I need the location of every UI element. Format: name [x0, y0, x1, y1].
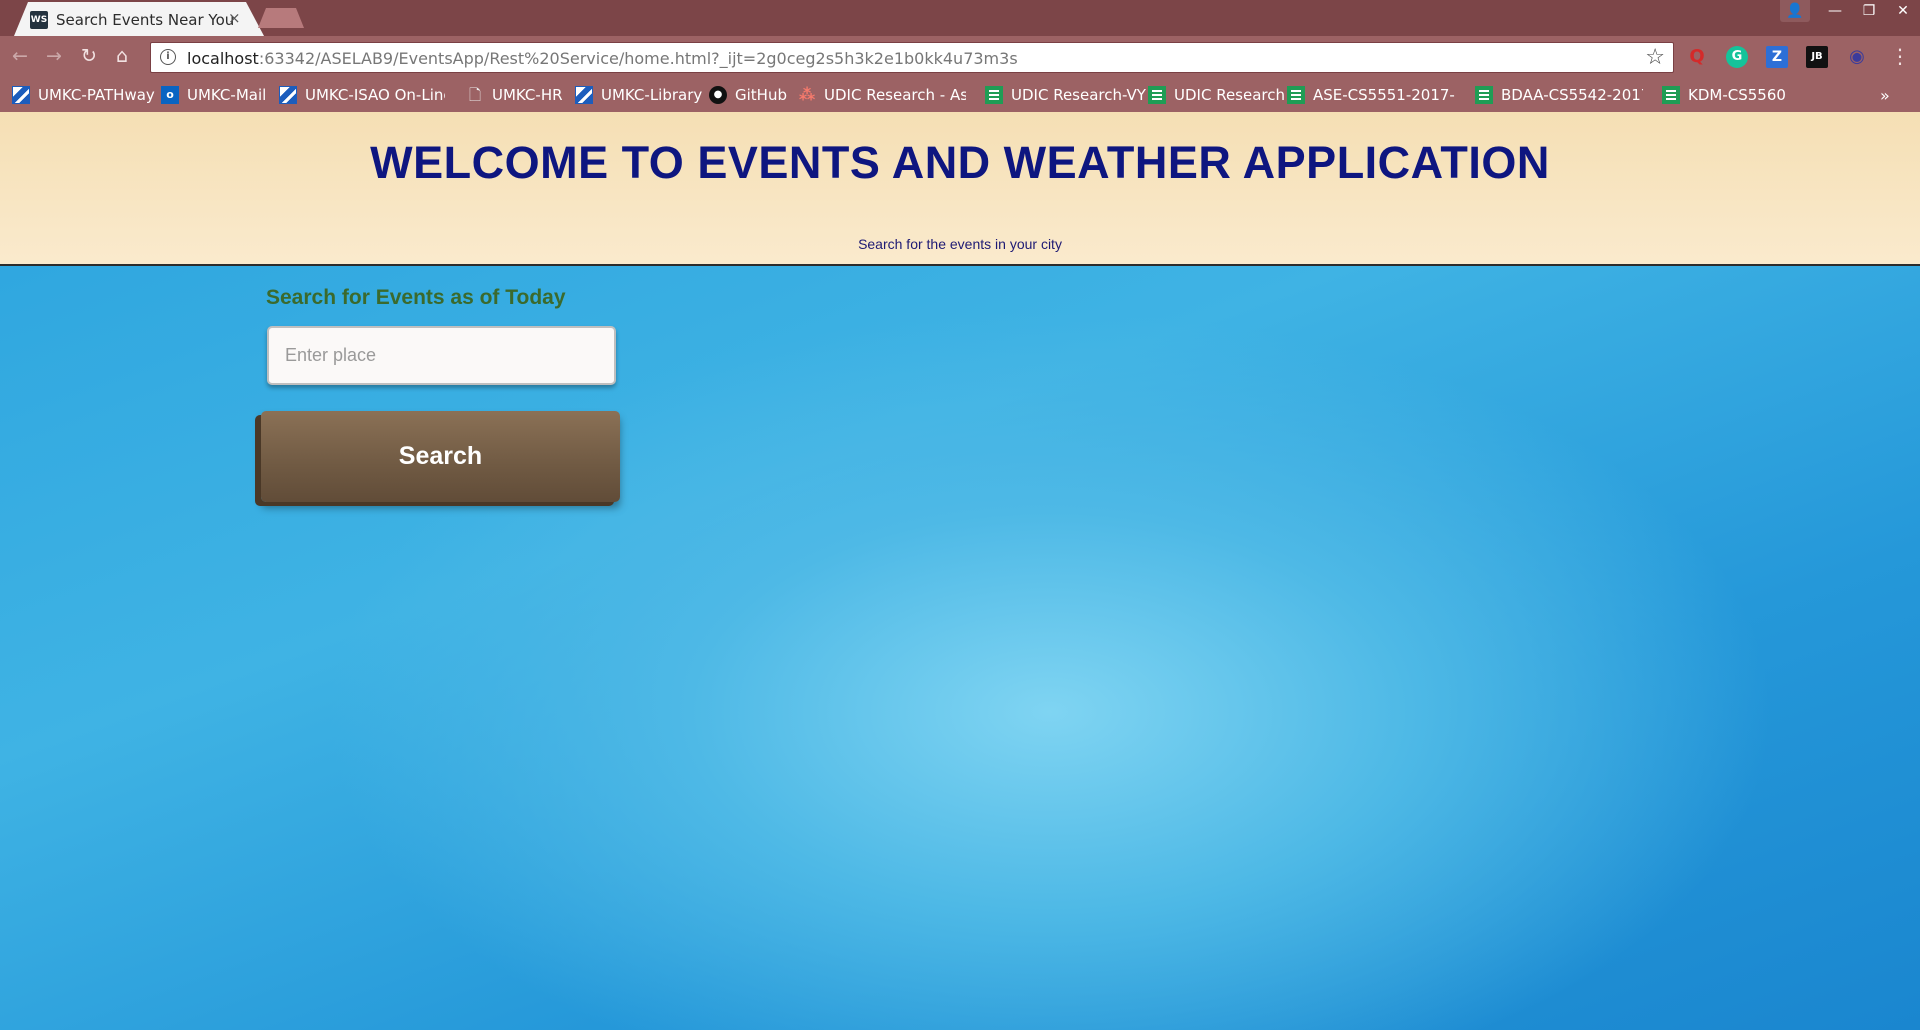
github-icon: ● [709, 86, 727, 104]
browser-tab-active[interactable]: WS Search Events Near You × [14, 2, 264, 36]
page-content: WELCOME TO EVENTS AND WEATHER APPLICATIO… [0, 112, 1920, 1030]
bookmark-udic-asana[interactable]: ⁂ UDIC Research - Asan [798, 85, 966, 105]
bookmark-umkc-mail[interactable]: o UMKC-Mail [161, 85, 266, 105]
minimize-icon[interactable]: — [1818, 0, 1852, 22]
document-icon: 🗋 [468, 86, 482, 104]
bookmark-umkc-isao[interactable]: UMKC-ISAO On-Line S [279, 85, 445, 105]
back-arrow-icon[interactable]: ← [12, 46, 28, 66]
zotero-icon[interactable]: Z [1766, 46, 1788, 68]
tab-title: Search Events Near You [56, 11, 235, 29]
quora-icon[interactable]: Q [1686, 46, 1708, 68]
bookmark-bdaa-cs5542[interactable]: BDAA-CS5542-2017-S [1475, 85, 1643, 105]
page-header: WELCOME TO EVENTS AND WEATHER APPLICATIO… [0, 112, 1920, 266]
bookmark-umkc-library[interactable]: UMKC-Library [575, 85, 702, 105]
bookmark-umkc-pathway[interactable]: UMKC-PATHway [12, 85, 155, 105]
site-info-icon[interactable]: i [160, 49, 176, 65]
home-icon[interactable]: ⌂ [116, 46, 128, 66]
forward-arrow-icon[interactable]: → [46, 46, 62, 66]
spreadsheet-icon [1148, 86, 1166, 104]
bookmarks-overflow-icon[interactable]: » [1880, 86, 1890, 105]
bookmark-udic-research-vy[interactable]: UDIC Research-VY [985, 85, 1146, 105]
avatar-extension-icon[interactable]: ◉ [1846, 46, 1868, 68]
bookmark-label: BDAA-CS5542-2017-S [1501, 86, 1643, 104]
bookmarks-bar: UMKC-PATHway o UMKC-Mail UMKC-ISAO On-Li… [0, 78, 1920, 112]
bookmark-umkc-hr[interactable]: 🗋 UMKC-HR [466, 85, 563, 105]
restore-icon[interactable]: ❐ [1852, 0, 1886, 22]
reload-icon[interactable]: ↻ [81, 46, 97, 66]
address-bar[interactable]: i localhost:63342/ASELAB9/EventsApp/Rest… [150, 42, 1674, 73]
profile-icon[interactable]: 👤 [1780, 0, 1810, 22]
search-button[interactable]: Search [261, 411, 620, 502]
bookmark-label: UDIC Research - Asan [824, 86, 966, 104]
page-subtitle: Search for the events in your city [858, 236, 1062, 252]
new-tab-button[interactable] [258, 8, 304, 28]
search-heading: Search for Events as of Today [266, 286, 566, 309]
bookmark-label: UMKC-ISAO On-Line S [305, 86, 445, 104]
spreadsheet-icon [985, 86, 1003, 104]
outlook-icon: o [161, 86, 179, 104]
asana-icon: ⁂ [798, 85, 816, 104]
spreadsheet-icon [1662, 86, 1680, 104]
browser-titlebar: WS Search Events Near You × 👤 — ❐ ✕ [0, 0, 1920, 36]
new-tab-shape [258, 8, 304, 28]
chrome-menu-icon[interactable]: ⋮ [1890, 46, 1910, 66]
umkc-logo-icon [12, 86, 30, 104]
bookmark-udic-research[interactable]: UDIC Research [1148, 85, 1285, 105]
jetbrains-icon[interactable]: JB [1806, 46, 1828, 68]
url-text[interactable]: localhost:63342/ASELAB9/EventsApp/Rest%2… [187, 49, 1018, 68]
window-controls: 👤 — ❐ ✕ [1780, 0, 1920, 24]
close-window-icon[interactable]: ✕ [1886, 0, 1920, 22]
grammarly-icon[interactable]: G [1726, 46, 1748, 68]
bookmark-label: UMKC-Mail [187, 86, 267, 104]
place-input[interactable] [267, 326, 616, 385]
bookmark-label: UDIC Research-VY [1011, 86, 1146, 104]
tab-close-icon[interactable]: × [228, 9, 241, 27]
browser-toolbar: ← → ↻ ⌂ i localhost:63342/ASELAB9/Events… [0, 36, 1920, 78]
page-title: WELCOME TO EVENTS AND WEATHER APPLICATIO… [370, 137, 1550, 188]
bookmark-label: ASE-CS5551-2017-Sp [1313, 86, 1455, 104]
bookmark-kdm-cs5560[interactable]: KDM-CS5560 [1662, 85, 1786, 105]
bookmark-star-icon[interactable]: ☆ [1645, 45, 1665, 70]
bookmark-label: GitHub [735, 86, 787, 104]
webstorm-favicon-icon: WS [30, 11, 48, 29]
bookmark-label: KDM-CS5560 [1688, 86, 1786, 104]
spreadsheet-icon [1287, 86, 1305, 104]
bookmark-label: UMKC-Library [601, 86, 703, 104]
umkc-logo-icon [575, 86, 593, 104]
bookmark-github[interactable]: ● GitHub [709, 85, 787, 105]
bookmark-label: UMKC-HR [492, 86, 563, 104]
bookmark-label: UDIC Research [1174, 86, 1285, 104]
spreadsheet-icon [1475, 86, 1493, 104]
bookmark-label: UMKC-PATHway [38, 86, 155, 104]
bookmark-ase-cs5551[interactable]: ASE-CS5551-2017-Sp [1287, 85, 1455, 105]
umkc-logo-icon [279, 86, 297, 104]
